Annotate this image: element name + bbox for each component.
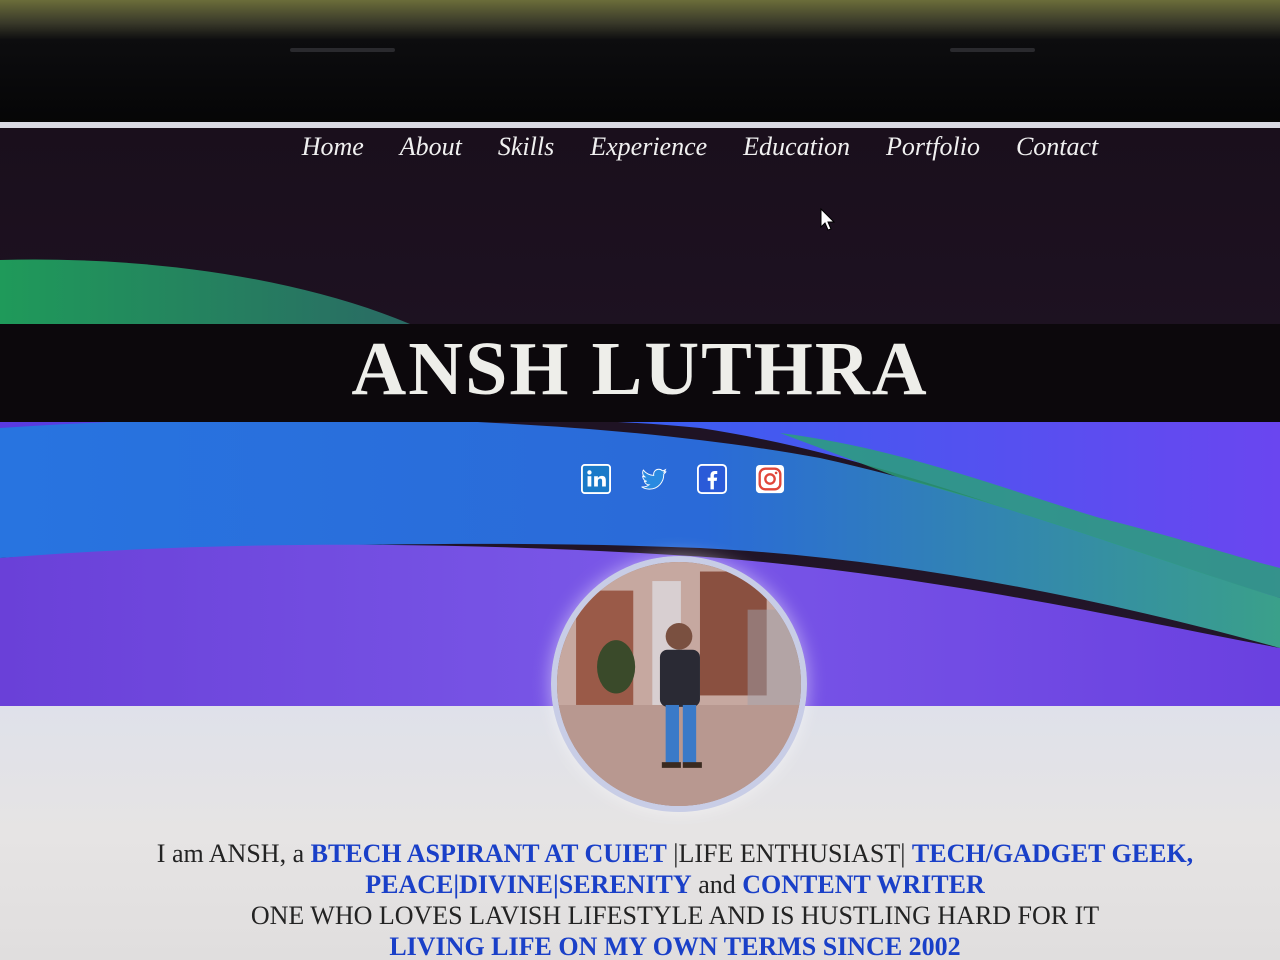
intro-life-enthusiast: |LIFE ENTHUSIAST|	[666, 839, 912, 868]
intro-highlight-btech: BTECH ASPIRANT AT CUIET	[310, 839, 667, 868]
nav-home-link[interactable]: Home	[284, 128, 382, 188]
nav-contact-link[interactable]: Contact	[998, 128, 1116, 188]
intro-and: and	[691, 870, 743, 899]
main-nav: Home About Skills Experience Education P…	[0, 128, 1280, 188]
instagram-link[interactable]	[754, 463, 786, 495]
intro-prefix: I am ANSH, a	[156, 839, 311, 868]
linkedin-icon	[581, 464, 611, 494]
nav-experience-link[interactable]: Experience	[572, 128, 725, 188]
website: Home About Skills Experience Education P…	[0, 128, 1280, 960]
profile-photo	[551, 556, 807, 812]
twitter-link[interactable]	[638, 463, 670, 495]
intro-text: I am ANSH, a BTECH ASPIRANT AT CUIET |LI…	[140, 838, 1210, 960]
linkedin-link[interactable]	[580, 463, 612, 495]
intro-since-line: LIVING LIFE ON MY OWN TERMS SINCE 2002	[389, 932, 961, 960]
profile-photo-image	[557, 562, 801, 806]
twitter-icon	[641, 468, 667, 490]
laptop-bezel	[0, 0, 1280, 125]
hero-title: ANSH LUTHRA	[351, 327, 929, 411]
nav-skills-link[interactable]: Skills	[480, 128, 572, 188]
bezel-slot-right	[950, 48, 1035, 52]
facebook-link[interactable]	[696, 463, 728, 495]
social-links	[580, 463, 786, 495]
intro-lifestyle-line: ONE WHO LOVES LAVISH LIFESTYLE AND IS HU…	[250, 901, 1100, 930]
nav-about-link[interactable]: About	[382, 128, 480, 188]
nav-portfolio-link[interactable]: Portfolio	[868, 128, 998, 188]
instagram-icon	[755, 464, 785, 494]
facebook-icon	[697, 464, 727, 494]
bezel-slot-left	[290, 48, 395, 52]
intro-highlight-content-writer: CONTENT WRITER	[742, 870, 985, 899]
nav-education-link[interactable]: Education	[725, 128, 868, 188]
mouse-cursor-icon	[820, 208, 836, 231]
